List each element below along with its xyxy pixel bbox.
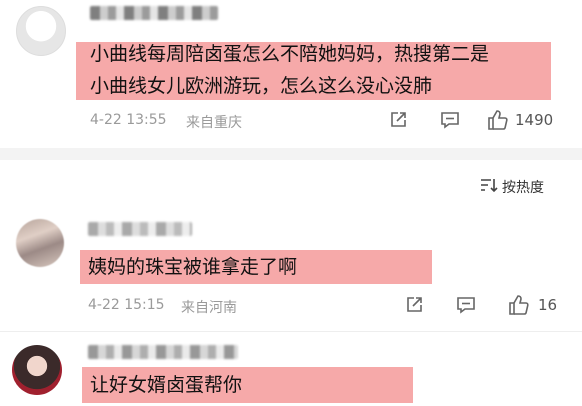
share-icon [388,110,408,130]
comment-icon [456,295,476,315]
share-button[interactable] [404,295,424,315]
divider [0,331,582,332]
username-redacted[interactable] [90,6,218,20]
username-redacted[interactable] [88,345,238,359]
like-button[interactable]: 1490 [487,109,553,131]
comment-text-line: 小曲线每周陪卤蛋怎么不陪她妈妈，热搜第二是 [90,43,490,65]
comment-text-line: 让好女婿卤蛋帮你 [90,374,243,396]
comment-button[interactable] [456,295,476,315]
comment-time: 4-22 13:55 [90,112,167,128]
sort-label: 按热度 [502,180,544,196]
share-icon [404,295,424,315]
comment-icon [440,110,460,130]
thumbs-up-icon [487,109,509,131]
comment-location: 来自河南 [181,300,237,316]
comment-button[interactable] [440,110,460,130]
like-count: 1490 [515,111,554,129]
avatar[interactable] [12,345,62,395]
share-button[interactable] [388,110,408,130]
sort-by-hot-button[interactable]: 按热度 [480,177,544,197]
comment-text-line: 姨妈的珠宝被谁拿走了啊 [88,256,298,278]
comment-text-line: 小曲线女儿欧洲游玩，怎么这么没心没肺 [90,75,433,97]
like-button[interactable]: 16 [508,294,557,316]
section-separator [0,148,582,160]
avatar[interactable] [16,219,64,267]
comment-location: 来自重庆 [186,115,242,131]
like-count: 16 [538,296,558,314]
comment-time: 4-22 15:15 [88,297,165,313]
avatar[interactable] [16,6,66,56]
sort-icon [480,177,498,197]
thumbs-up-icon [508,294,530,316]
username-redacted[interactable] [88,222,192,236]
